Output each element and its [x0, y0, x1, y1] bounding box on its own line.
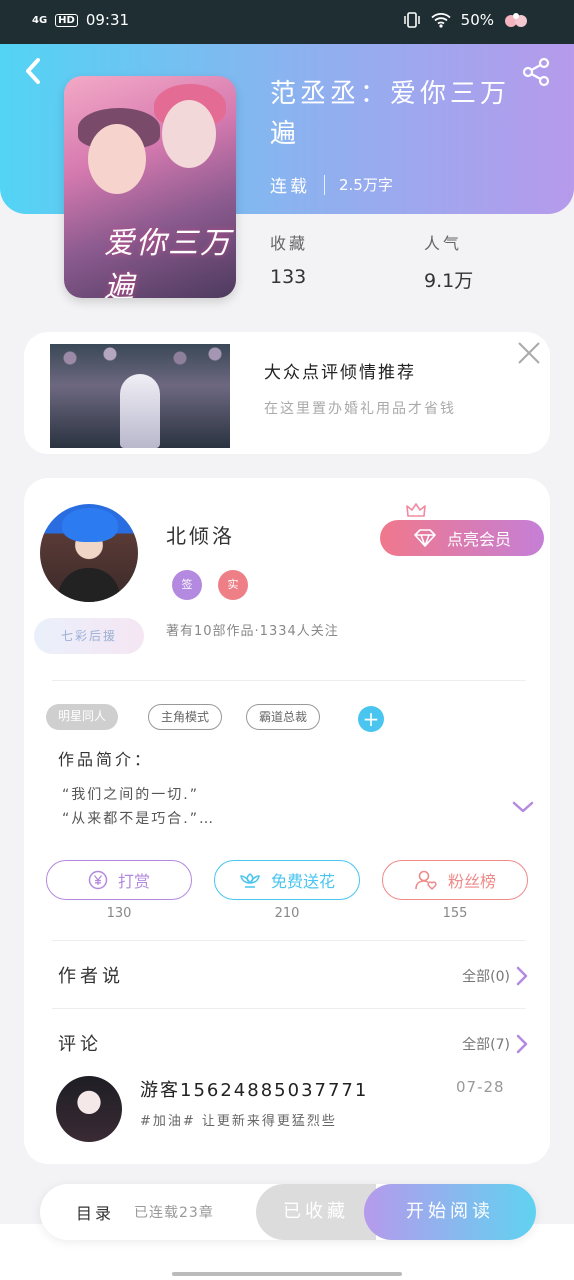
genre-tag[interactable]: 明星同人	[46, 704, 119, 730]
comments-more[interactable]: 全部(7)	[462, 1034, 528, 1054]
author-says-title: 作者说	[58, 966, 124, 987]
toc-button[interactable]: 目录	[76, 1200, 114, 1224]
stat-label: 收藏	[270, 234, 309, 253]
vibrate-icon	[403, 12, 420, 28]
saved-button[interactable]: 已收藏	[256, 1184, 376, 1240]
clock: 09:31	[85, 11, 130, 29]
chevron-down-icon[interactable]	[512, 800, 534, 814]
book-title: 范丞丞：爱你三万遍	[270, 79, 511, 149]
fan-ranking-label: 粉丝榜	[447, 872, 496, 891]
commenter-avatar[interactable]	[56, 1076, 122, 1142]
author-meta: 著有10部作品·1334人关注	[166, 624, 339, 639]
stat-label: 人气	[424, 234, 463, 253]
avatar-hair	[62, 508, 118, 542]
fan-count: 155	[442, 906, 468, 921]
stat-value: 133	[270, 266, 307, 288]
stat-favorites: 收藏 133	[270, 230, 308, 288]
ad-image-dress	[120, 374, 160, 448]
book-meta: 连载 2.5万字	[270, 172, 393, 197]
activate-vip-button[interactable]: 点亮会员	[380, 520, 544, 556]
stat-value: 9.1万	[424, 270, 474, 292]
crown-icon	[406, 503, 426, 517]
divider	[52, 1008, 526, 1009]
avatar-body	[58, 568, 120, 602]
network-indicator: 4G	[32, 14, 48, 26]
chapter-count: 已连载23章	[134, 1205, 214, 1221]
flower-icon	[240, 873, 260, 888]
genre-tag[interactable]: 霸道总裁	[246, 704, 321, 730]
intro-text-line: “从来都不是巧合.”…	[62, 811, 215, 827]
chevron-right-icon	[516, 966, 528, 986]
commenter-name: 游客15624885037771	[140, 1080, 369, 1101]
status-right: 50%	[403, 11, 528, 29]
genre-tag[interactable]: 主角模式	[148, 704, 223, 730]
intro-label: 作品简介：	[58, 750, 154, 769]
ad-image-flowers	[50, 344, 230, 372]
cover-face-right	[162, 100, 216, 168]
flower-count: 210	[274, 906, 300, 921]
ad-image	[50, 344, 230, 448]
author-says-more-label: 全部(0)	[462, 969, 510, 985]
add-tag-button[interactable]: +	[358, 706, 384, 732]
comments-more-label: 全部(7)	[462, 1037, 510, 1053]
send-flower-label: 免费送花	[270, 872, 335, 891]
status-left: 4G HD 09:31	[32, 11, 129, 29]
chevron-right-icon	[516, 1034, 528, 1054]
intro-text-line: “我们之间的一切.”	[62, 787, 199, 803]
hd-badge: HD	[55, 13, 78, 27]
yen-icon	[88, 870, 108, 890]
user-heart-icon	[415, 870, 437, 890]
divider	[52, 680, 526, 681]
ad-banner[interactable]: 大众点评倾情推荐 在这里置办婚礼用品才省钱	[24, 332, 550, 454]
fan-ranking-button[interactable]: 粉丝榜	[382, 860, 528, 900]
status-bar: 4G HD 09:31 50%	[0, 0, 574, 44]
meta-separator	[324, 174, 325, 195]
verified-badge: 实	[218, 570, 248, 600]
home-indicator[interactable]	[172, 1272, 402, 1276]
stat-popularity: 人气 9.1万	[424, 230, 473, 293]
wifi-icon	[431, 13, 451, 28]
cover-title-art: 爱你三万遍	[104, 226, 232, 298]
back-icon[interactable]	[20, 54, 48, 88]
book-status: 连载	[270, 177, 310, 197]
start-reading-button[interactable]: 开始阅读	[364, 1184, 536, 1240]
book-cover[interactable]: 爱你三万遍	[64, 76, 236, 298]
battery-icon	[505, 13, 527, 27]
signed-badge: 签	[172, 570, 202, 600]
divider	[52, 940, 526, 941]
comment-date: 07-28	[456, 1078, 505, 1096]
comment-text: #加油# 让更新来得更猛烈些	[140, 1114, 337, 1129]
tip-button[interactable]: 打赏	[46, 860, 192, 900]
bottom-action-bar: 目录 已连载23章 已收藏 开始阅读	[40, 1184, 536, 1240]
battery-level: 50%	[460, 11, 494, 29]
tip-count: 130	[106, 906, 132, 921]
fan-support-badge: 七彩后援	[34, 618, 144, 654]
comments-title: 评论	[58, 1034, 102, 1055]
cover-face-left	[88, 124, 146, 194]
author-says-more[interactable]: 全部(0)	[462, 966, 528, 986]
diamond-icon	[414, 529, 436, 547]
vip-button-label: 点亮会员	[446, 530, 511, 549]
author-avatar[interactable]	[40, 504, 138, 602]
detail-card: 七彩后援 北倾洛 签 实 著有10部作品·1334人关注 点亮会员 明星同人 主…	[24, 478, 550, 1164]
author-name[interactable]: 北倾洛	[166, 520, 235, 549]
ad-title: 大众点评倾情推荐	[264, 363, 416, 383]
send-flower-button[interactable]: 免费送花	[214, 860, 360, 900]
word-count: 2.5万字	[339, 176, 393, 194]
tip-label: 打赏	[117, 872, 150, 891]
ad-subtitle: 在这里置办婚礼用品才省钱	[264, 401, 456, 417]
close-icon[interactable]	[516, 340, 542, 366]
